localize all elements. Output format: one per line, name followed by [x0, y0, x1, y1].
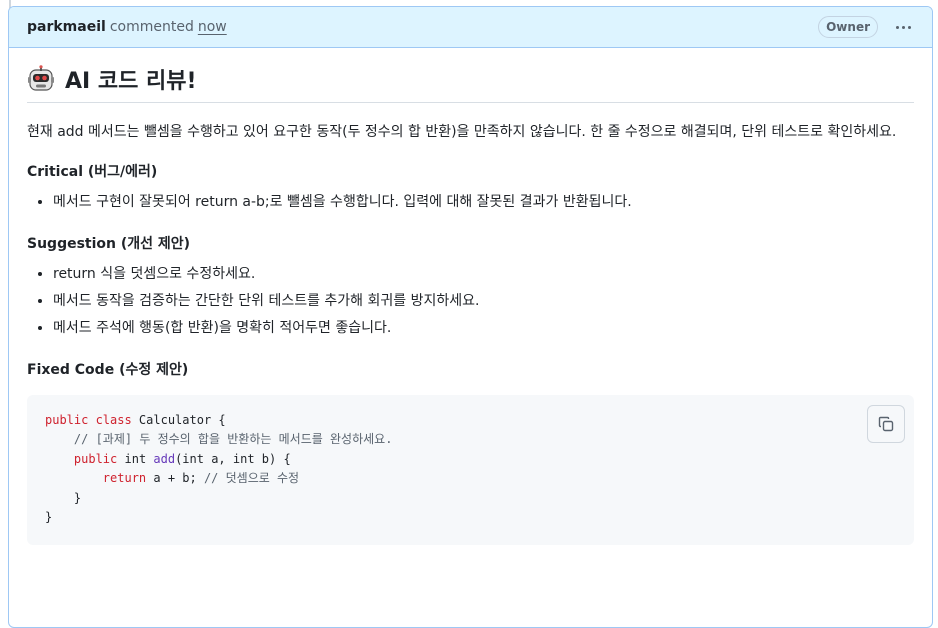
code-token: a + b;: [146, 471, 204, 486]
code-token: return: [102, 471, 147, 486]
list-item: 메서드 구현이 잘못되어 return a-b;로 뺄셈을 수행합니다. 입력에…: [53, 189, 914, 216]
section-title-fixed-code: Fixed Code (수정 제안): [27, 362, 189, 378]
review-heading-text: AI 코드 리뷰!: [65, 69, 197, 94]
code-block: public class Calculator { // [과제] 두 정수의 …: [27, 395, 914, 545]
section-title-critical: Critical (버그/에러): [27, 164, 158, 180]
code-token: add: [153, 451, 176, 466]
timestamp-link[interactable]: now: [198, 19, 227, 35]
code-token: // [과제] 두 정수의 합을 반환하는 메서드를 완성하세요.: [45, 432, 393, 447]
section-title-suggestion: Suggestion (개선 제안): [27, 236, 191, 252]
action-text: commented: [109, 19, 194, 35]
comment-body: AI 코드 리뷰! 현재 add 메서드는 뺄셈을 수행하고 있어 요구한 동작…: [9, 48, 932, 545]
code-content: public class Calculator { // [과제] 두 정수의 …: [45, 411, 896, 527]
critical-list: 메서드 구현이 잘못되어 return a-b;로 뺄셈을 수행합니다. 입력에…: [27, 189, 914, 216]
code-token: Calculator {: [131, 413, 226, 427]
code-line: // [과제] 두 정수의 합을 반환하는 메서드를 완성하세요.: [45, 432, 393, 447]
comment-box: parkmaeil commented now Owner AI 코드 리뷰! …: [8, 6, 933, 628]
code-token: int: [117, 451, 154, 466]
list-item: 메서드 동작을 검증하는 간단한 단위 테스트를 추가해 회귀를 방지하세요.: [53, 288, 914, 315]
review-intro: 현재 add 메서드는 뺄셈을 수행하고 있어 요구한 동작(두 정수의 합 반…: [27, 124, 897, 140]
copy-icon: [878, 416, 894, 432]
code-token: }: [45, 490, 82, 505]
author-link[interactable]: parkmaeil: [27, 19, 106, 35]
robot-face-icon: [28, 65, 54, 91]
code-line: public int add(int a, int b) {: [45, 452, 291, 466]
list-item: return 식을 덧셈으로 수정하세요.: [53, 261, 914, 288]
code-token: }: [45, 510, 53, 525]
comment-header: parkmaeil commented now Owner: [9, 7, 932, 48]
list-item: 메서드 주석에 행동(합 반환)을 명확히 적어두면 좋습니다.: [53, 315, 914, 342]
comment-pointer: [9, 15, 20, 38]
code-line: }: [45, 510, 52, 524]
kebab-horizontal-icon[interactable]: [892, 16, 914, 38]
code-token: // 덧셈으로 수정: [203, 471, 300, 486]
code-token: public class: [45, 413, 132, 427]
suggestion-list: return 식을 덧셈으로 수정하세요. 메서드 동작을 검증하는 간단한 단…: [27, 261, 914, 342]
code-line: return a + b; // 덧셈으로 수정: [45, 471, 299, 485]
code-token: public: [73, 451, 118, 466]
code-token: (int a, int b) {: [175, 451, 291, 466]
code-line: }: [45, 491, 81, 505]
copy-button[interactable]: [867, 405, 905, 443]
owner-badge: Owner: [818, 16, 878, 38]
code-line: public class Calculator {: [45, 413, 226, 427]
review-heading: AI 코드 리뷰!: [27, 62, 914, 103]
